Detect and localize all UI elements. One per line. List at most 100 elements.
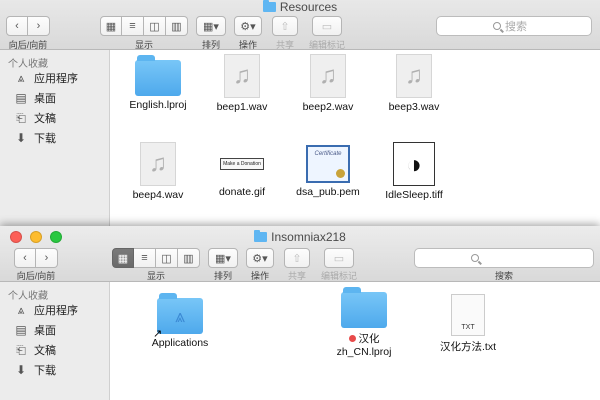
file-item[interactable]: 汉化 zh_CN.lproj	[316, 286, 412, 358]
columns-icon: ◫	[161, 252, 172, 265]
coverflow-view-button[interactable]: ▥	[166, 16, 188, 36]
text-file-icon: TXT	[451, 294, 485, 336]
folder-icon	[254, 230, 268, 242]
sidebar-item-downloads[interactable]: ⬇ 下载	[0, 360, 109, 380]
window-title: Resources	[0, 0, 600, 14]
documents-icon: ⎗	[16, 110, 26, 125]
view-group: ▦ ≡ ◫ ▥	[112, 248, 200, 268]
tags-group: ▭	[324, 248, 354, 268]
arrange-button[interactable]: ▦▾	[208, 248, 238, 268]
toolbar: Insomniax218 ‹ › 向后/向前 ▦ ≡ ◫ ▥ 显示 ▦▾ 排列 …	[0, 226, 600, 282]
alias-arrow-icon: ↗	[153, 328, 163, 340]
columns-icon: ◫	[149, 20, 160, 33]
audio-file-icon: ♫	[224, 54, 260, 98]
coverflow-icon: ▥	[183, 252, 194, 265]
list-icon: ≡	[129, 20, 136, 32]
file-item[interactable]: English.lproj	[110, 54, 206, 111]
sidebar: 个人收藏 ⩓ 应用程序 ▤ 桌面 ⎗ 文稿 ⬇ 下载	[0, 282, 110, 400]
sidebar-item-applications[interactable]: ⩓ 应用程序	[0, 300, 109, 320]
grid-icon: ▦	[117, 252, 129, 265]
sidebar-item-documents[interactable]: ⎗ 文稿	[0, 340, 109, 360]
file-item[interactable]: ◑ IdleSleep.tiff	[366, 142, 462, 201]
arrange-icon: ▦▾	[203, 20, 219, 33]
finder-window-resources: Resources ‹ › 向后/向前 ▦ ≡ ◫ ▥ 显示 ▦▾ 排列 ⚙▾ …	[0, 0, 600, 226]
chevron-right-icon: ›	[44, 252, 49, 264]
sidebar-item-downloads[interactable]: ⬇ 下载	[0, 128, 109, 148]
file-grid: English.lproj ♫ beep1.wav ♫ beep2.wav ♫ …	[110, 50, 600, 226]
share-icon: ⇧	[280, 20, 290, 33]
downloads-icon: ⬇	[15, 131, 27, 145]
action-group: ⚙▾	[246, 248, 274, 268]
forward-button[interactable]: ›	[36, 248, 58, 268]
certificate-icon: Certificate	[306, 145, 350, 183]
share-group: ⇧	[284, 248, 310, 268]
gif-thumbnail: Make a Donation	[220, 158, 264, 170]
file-item[interactable]: Certificate dsa_pub.pem	[280, 142, 376, 198]
audio-file-icon: ♫	[396, 54, 432, 98]
tag-icon: ▭	[321, 20, 333, 33]
share-button[interactable]: ⇧	[272, 16, 298, 36]
file-item[interactable]: ♫ beep3.wav	[366, 54, 462, 113]
edit-tags-label: 编辑标记	[320, 271, 357, 281]
forward-button[interactable]: ›	[28, 16, 50, 36]
search-label: 搜索	[494, 271, 513, 281]
chevron-left-icon: ‹	[15, 20, 19, 32]
sidebar-item-desktop[interactable]: ▤ 桌面	[0, 88, 109, 108]
file-item[interactable]: ♫ beep4.wav	[110, 142, 206, 201]
list-view-button[interactable]: ≡	[134, 248, 156, 268]
share-button[interactable]: ⇧	[284, 248, 310, 268]
arrange-label: 排列	[213, 271, 232, 281]
list-view-button[interactable]: ≡	[122, 16, 144, 36]
icon-view-button[interactable]: ▦	[100, 16, 122, 36]
file-item[interactable]: ♫ beep2.wav	[280, 54, 376, 113]
edit-tags-button[interactable]: ▭	[324, 248, 354, 268]
arrange-group: ▦▾	[208, 248, 238, 268]
action-button[interactable]: ⚙▾	[246, 248, 274, 268]
column-view-button[interactable]: ◫	[156, 248, 178, 268]
sidebar-item-applications[interactable]: ⩓ 应用程序	[0, 68, 109, 88]
sidebar-section-favorites: 个人收藏	[8, 59, 48, 70]
chevron-right-icon: ›	[36, 20, 41, 32]
back-button[interactable]: ‹	[14, 248, 36, 268]
back-button[interactable]: ‹	[6, 16, 28, 36]
grid-icon: ▦	[105, 20, 117, 33]
tags-group: ▭	[312, 16, 342, 36]
coverflow-view-button[interactable]: ▥	[178, 248, 200, 268]
search-icon	[493, 22, 501, 30]
column-view-button[interactable]: ◫	[144, 16, 166, 36]
eye-moon-icon: ◑	[393, 142, 435, 186]
share-icon: ⇧	[292, 252, 302, 265]
action-button[interactable]: ⚙▾	[234, 16, 262, 36]
edit-tags-button[interactable]: ▭	[312, 16, 342, 36]
sidebar-section-favorites: 个人收藏	[8, 291, 48, 302]
search-icon	[471, 254, 479, 262]
red-tag-dot	[348, 335, 356, 342]
share-label: 共享	[287, 271, 306, 281]
toolbar: Resources ‹ › 向后/向前 ▦ ≡ ◫ ▥ 显示 ▦▾ 排列 ⚙▾ …	[0, 0, 600, 50]
applications-icon: ⩓	[174, 306, 186, 326]
tag-icon: ▭	[333, 252, 345, 265]
file-item[interactable]: Make a Donation donate.gif	[194, 142, 290, 198]
chevron-left-icon: ‹	[23, 252, 27, 264]
window-title: Insomniax218	[0, 230, 600, 244]
sidebar-item-documents[interactable]: ⎗ 文稿	[0, 108, 109, 128]
folder-icon	[262, 0, 276, 12]
applications-icon: ⩓	[17, 302, 25, 317]
file-item[interactable]: TXT 汉化方法.txt	[420, 294, 516, 354]
downloads-icon: ⬇	[15, 363, 27, 377]
action-label: 操作	[250, 271, 269, 281]
desktop-icon: ▤	[15, 323, 27, 337]
sidebar-item-desktop[interactable]: ▤ 桌面	[0, 320, 109, 340]
icon-view-button[interactable]: ▦	[112, 248, 134, 268]
applications-folder-icon: ⩓ ↗	[153, 293, 203, 340]
file-item[interactable]: ♫ beep1.wav	[194, 54, 290, 113]
gear-icon: ⚙▾	[240, 20, 256, 33]
arrange-button[interactable]: ▦▾	[196, 16, 226, 36]
applications-icon: ⩓	[17, 70, 25, 85]
search-field[interactable]: 搜索	[436, 16, 592, 36]
file-item[interactable]: ⩓ ↗ Applications	[132, 292, 228, 349]
search-field[interactable]	[414, 248, 594, 268]
folder-icon	[135, 55, 181, 96]
action-group: ⚙▾	[234, 16, 262, 36]
sidebar: 个人收藏 ⩓ 应用程序 ▤ 桌面 ⎗ 文稿 ⬇ 下载	[0, 50, 110, 226]
